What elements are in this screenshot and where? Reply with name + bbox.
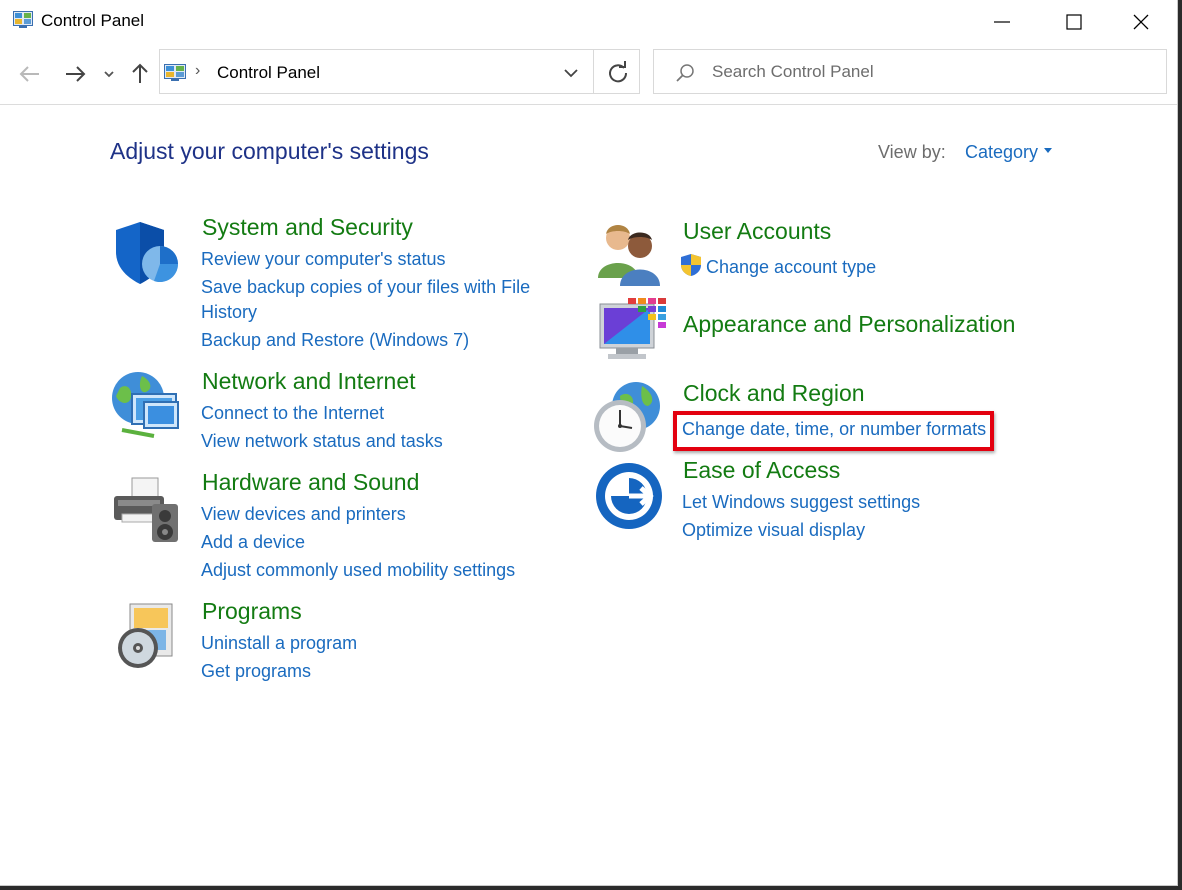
forward-button[interactable] [61, 60, 89, 88]
appearance-monitor-icon [599, 298, 666, 359]
maximize-button[interactable] [1038, 0, 1110, 44]
minimize-icon [994, 21, 1010, 23]
clock-globe-icon [594, 382, 660, 452]
close-button[interactable] [1105, 0, 1177, 44]
uac-shield-icon [681, 254, 701, 276]
minimize-button[interactable] [966, 0, 1038, 44]
control-panel-window: Control Panel › Control Panel Search Con… [0, 0, 1178, 886]
address-bar[interactable]: › Control Panel [159, 49, 640, 94]
category-hardware-sound-title[interactable]: Hardware and Sound [202, 469, 419, 496]
link-suggest-settings[interactable]: Let Windows suggest settings [682, 490, 920, 514]
window-title: Control Panel [41, 11, 145, 30]
nav-divider [0, 104, 1177, 105]
up-button[interactable] [126, 60, 154, 88]
caret-down-icon[interactable] [1044, 148, 1052, 153]
refresh-icon [609, 61, 628, 83]
back-button[interactable] [16, 60, 44, 88]
chevron-down-icon [564, 69, 578, 78]
highlight-box [673, 411, 994, 451]
link-review-computer-status[interactable]: Review your computer's status [201, 247, 446, 271]
user-accounts-icon [598, 225, 660, 286]
chevron-down-icon [104, 71, 114, 78]
close-icon [1133, 14, 1149, 30]
control-panel-app-icon [13, 11, 33, 28]
control-panel-icon [164, 64, 186, 81]
search-box[interactable] [653, 49, 1167, 94]
link-connect-internet[interactable]: Connect to the Internet [201, 401, 384, 425]
link-save-backup-copies[interactable]: Save backup copies of your files with Fi… [201, 275, 530, 299]
category-user-accounts-title[interactable]: User Accounts [683, 218, 831, 245]
view-by-dropdown[interactable]: Category [965, 142, 1038, 163]
category-system-security-title[interactable]: System and Security [202, 214, 413, 241]
link-backup-restore[interactable]: Backup and Restore (Windows 7) [201, 328, 469, 352]
network-globe-icon [112, 372, 179, 438]
link-add-device[interactable]: Add a device [201, 530, 305, 554]
refresh-button[interactable] [604, 59, 632, 87]
category-programs-title[interactable]: Programs [202, 598, 302, 625]
arrow-left-icon [19, 66, 39, 82]
link-save-backup-copies-cont[interactable]: History [201, 300, 257, 324]
category-appearance-title[interactable]: Appearance and Personalization [683, 311, 1015, 338]
arrow-up-icon [132, 63, 148, 83]
address-path[interactable]: Control Panel [217, 63, 320, 83]
address-history-dropdown[interactable] [558, 60, 584, 86]
address-divider [593, 50, 594, 93]
category-clock-region-title[interactable]: Clock and Region [683, 380, 865, 407]
shield-pie-icon [116, 222, 179, 284]
category-network-internet-title[interactable]: Network and Internet [202, 368, 416, 395]
navigation-bar: › Control Panel [0, 44, 1177, 104]
link-mobility-settings[interactable]: Adjust commonly used mobility settings [201, 558, 515, 582]
link-devices-printers[interactable]: View devices and printers [201, 502, 406, 526]
chevron-right-icon[interactable]: › [195, 62, 200, 80]
maximize-icon [1066, 14, 1082, 30]
arrow-right-icon [66, 66, 86, 82]
search-input[interactable] [712, 60, 1132, 84]
link-network-status[interactable]: View network status and tasks [201, 429, 443, 453]
view-by-label: View by: [878, 142, 946, 162]
page-title: Adjust your computer's settings [110, 138, 429, 164]
title-bar[interactable]: Control Panel [0, 0, 1177, 44]
link-change-account-type[interactable]: Change account type [706, 255, 876, 279]
category-ease-access-title[interactable]: Ease of Access [683, 457, 840, 484]
recent-locations-button[interactable] [98, 60, 120, 88]
link-uninstall-program[interactable]: Uninstall a program [201, 631, 357, 655]
search-icon [676, 64, 694, 82]
link-optimize-visual-display[interactable]: Optimize visual display [682, 518, 865, 542]
programs-disc-icon [118, 603, 173, 668]
link-get-programs[interactable]: Get programs [201, 659, 311, 683]
ease-of-access-icon [596, 463, 662, 529]
printer-speaker-icon [114, 477, 178, 542]
